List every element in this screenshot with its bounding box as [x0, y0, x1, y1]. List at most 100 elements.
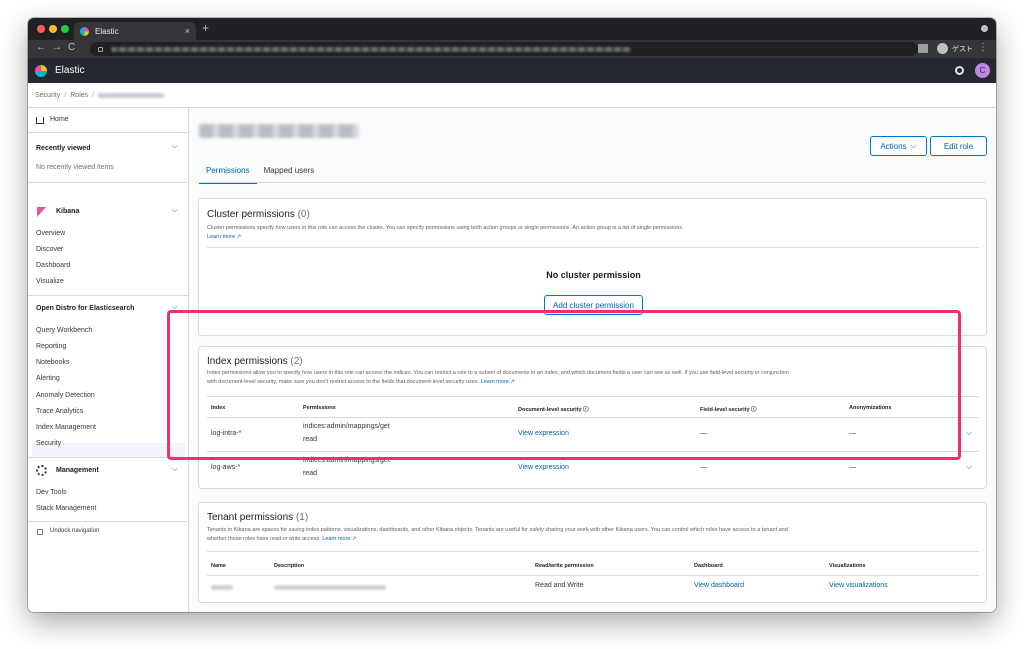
cluster-permissions-description-text: Cluster permissions specify how users in… [207, 225, 684, 231]
edit-role-button[interactable]: Edit role [930, 136, 987, 156]
help-icon[interactable] [955, 66, 964, 75]
chevron-down-icon[interactable]: ⌵ [172, 466, 177, 474]
index-row-1-permission-1: indices:admin/mappings/get [303, 423, 390, 430]
kibana-group-title[interactable]: Kibana [56, 208, 79, 215]
new-tab-button[interactable]: + [202, 21, 209, 35]
chevron-down-icon[interactable]: ⌵ [172, 207, 177, 215]
column-header-visualizations: Visualizations [829, 563, 866, 569]
cluster-permissions-description: Cluster permissions specify how users in… [207, 224, 807, 242]
column-header-index: Index [211, 405, 226, 411]
translate-icon[interactable] [918, 44, 928, 53]
back-arrow-icon[interactable]: ← [36, 42, 46, 53]
close-window-button[interactable] [37, 25, 45, 33]
sidebar-item-dev-tools[interactable]: Dev Tools [36, 489, 67, 496]
index-row-2-field-level-security: — [700, 464, 707, 471]
sidebar-item-discover[interactable]: Discover [36, 246, 63, 253]
tenant-permissions-title-text: Tenant permissions [207, 512, 294, 523]
minimize-window-button[interactable] [49, 25, 57, 33]
elastic-logo-icon[interactable] [35, 65, 47, 77]
sidebar-divider [28, 182, 188, 183]
column-header-read-write-permission: Read/write permission [535, 563, 594, 569]
tenant-read-write-permission: Read and Write [535, 582, 584, 589]
index-permissions-title: Index permissions (2) [207, 356, 303, 367]
kibana-logo-icon [37, 207, 46, 217]
view-dashboard-link[interactable]: View dashboard [694, 582, 744, 589]
sidebar-item-home[interactable]: Home [36, 116, 69, 124]
table-header-divider [207, 575, 979, 576]
tab-mapped-users[interactable]: Mapped users [257, 163, 322, 184]
breadcrumb-roles[interactable]: Roles [70, 92, 88, 99]
actions-button-label: Actions [880, 141, 907, 151]
reload-icon[interactable]: C [68, 42, 75, 53]
view-visualizations-link[interactable]: View visualizations [829, 582, 888, 589]
url-text-redacted [111, 46, 631, 52]
chrome-extension-icon[interactable] [981, 25, 988, 32]
chevron-down-icon: ⌵ [910, 141, 917, 150]
sidebar-item-reporting[interactable]: Reporting [36, 343, 66, 350]
recently-viewed-title[interactable]: Recently viewed [36, 145, 90, 152]
sidebar-item-stack-management[interactable]: Stack Management [36, 505, 96, 512]
url-field[interactable] [90, 42, 918, 56]
column-header-dashboard: Dashboard [694, 563, 723, 569]
guest-profile-icon[interactable] [937, 43, 948, 54]
sidebar-divider [28, 521, 188, 522]
actions-button[interactable]: Actions ⌵ [870, 136, 927, 156]
home-icon [36, 117, 44, 124]
browser-tab-title: Elastic [95, 26, 119, 36]
sidebar-item-query-workbench[interactable]: Query Workbench [36, 327, 92, 334]
browser-tabstrip: Elastic × + [28, 18, 996, 40]
index-row-2-permission-2: read [303, 470, 318, 477]
breadcrumb-role-name-redacted [98, 92, 165, 98]
tab-bar-divider [199, 182, 986, 183]
index-row-2-permission-1: indices:admin/mappings/get [303, 457, 390, 464]
close-tab-icon[interactable]: × [185, 26, 190, 36]
undock-navigation-link[interactable]: Undock navigation [50, 528, 99, 534]
avatar[interactable]: C [975, 63, 990, 78]
expand-row-chevron-icon[interactable]: ⌵ [966, 462, 972, 472]
sidebar-item-trace-analytics[interactable]: Trace Analytics [36, 408, 83, 415]
tenant-permissions-panel: Tenant permissions (1) Tenants in Kibana… [198, 502, 987, 603]
sidebar-item-index-management[interactable]: Index Management [36, 424, 96, 431]
index-permissions-title-text: Index permissions [207, 356, 288, 367]
breadcrumb-security[interactable]: Security [35, 92, 60, 99]
browser-tab-elastic[interactable]: Elastic × [74, 22, 196, 40]
forward-arrow-icon[interactable]: → [52, 42, 62, 53]
index-permissions-description: Index permissions allow you to specify h… [207, 369, 792, 387]
column-header-description: Description [274, 563, 305, 569]
index-permissions-panel: Index permissions (2) Index permissions … [198, 346, 987, 489]
sidebar-item-anomaly-detection[interactable]: Anomaly Detection [36, 392, 95, 399]
index-row-1-field-level-security: — [700, 430, 707, 437]
tenant-learn-more-link[interactable]: Learn more ↗ [322, 536, 356, 542]
no-cluster-permission-title: No cluster permission [546, 270, 641, 280]
cluster-permissions-count: (0) [297, 209, 310, 220]
browser-menu-icon[interactable]: ⋮ [978, 42, 988, 53]
sidebar-item-notebooks[interactable]: Notebooks [36, 359, 69, 366]
sidebar-item-dashboard[interactable]: Dashboard [36, 262, 70, 269]
chevron-down-icon[interactable]: ⌵ [172, 143, 177, 151]
tenant-name-redacted [211, 585, 233, 590]
cluster-permissions-panel: Cluster permissions (0) Cluster permissi… [198, 198, 987, 336]
open-distro-group-title[interactable]: Open Distro for Elasticsearch [36, 305, 134, 312]
management-group-title[interactable]: Management [56, 467, 99, 474]
view-expression-link[interactable]: View expression [518, 464, 569, 471]
table-row-divider [207, 451, 979, 452]
cluster-learn-more-link[interactable]: Learn more ↗ [207, 234, 241, 240]
browser-window: Elastic × + ← → C ゲスト ⋮ Elastic C Securi… [28, 18, 996, 612]
sidebar-item-visualize[interactable]: Visualize [36, 278, 64, 285]
cluster-permissions-title-text: Cluster permissions [207, 209, 295, 220]
sidebar-item-overview[interactable]: Overview [36, 230, 65, 237]
add-cluster-permission-button[interactable]: Add cluster permission [544, 295, 643, 315]
index-row-2-anonymizations: — [849, 464, 856, 471]
chevron-down-icon[interactable]: ⌵ [172, 304, 177, 312]
table-header-divider [207, 417, 979, 418]
maximize-window-button[interactable] [61, 25, 69, 33]
breadcrumb-separator: / [92, 91, 95, 99]
tenant-permissions-description: Tenants in Kibana are spaces for saving … [207, 526, 792, 544]
tab-permissions[interactable]: Permissions [199, 163, 257, 184]
sidebar-item-security[interactable]: Security [36, 440, 61, 447]
expand-row-chevron-icon[interactable]: ⌵ [966, 428, 972, 438]
index-learn-more-link[interactable]: Learn more ↗ [481, 379, 515, 385]
sidebar-item-alerting[interactable]: Alerting [36, 375, 60, 382]
view-expression-link[interactable]: View expression [518, 430, 569, 437]
guest-profile-label[interactable]: ゲスト [952, 44, 973, 54]
